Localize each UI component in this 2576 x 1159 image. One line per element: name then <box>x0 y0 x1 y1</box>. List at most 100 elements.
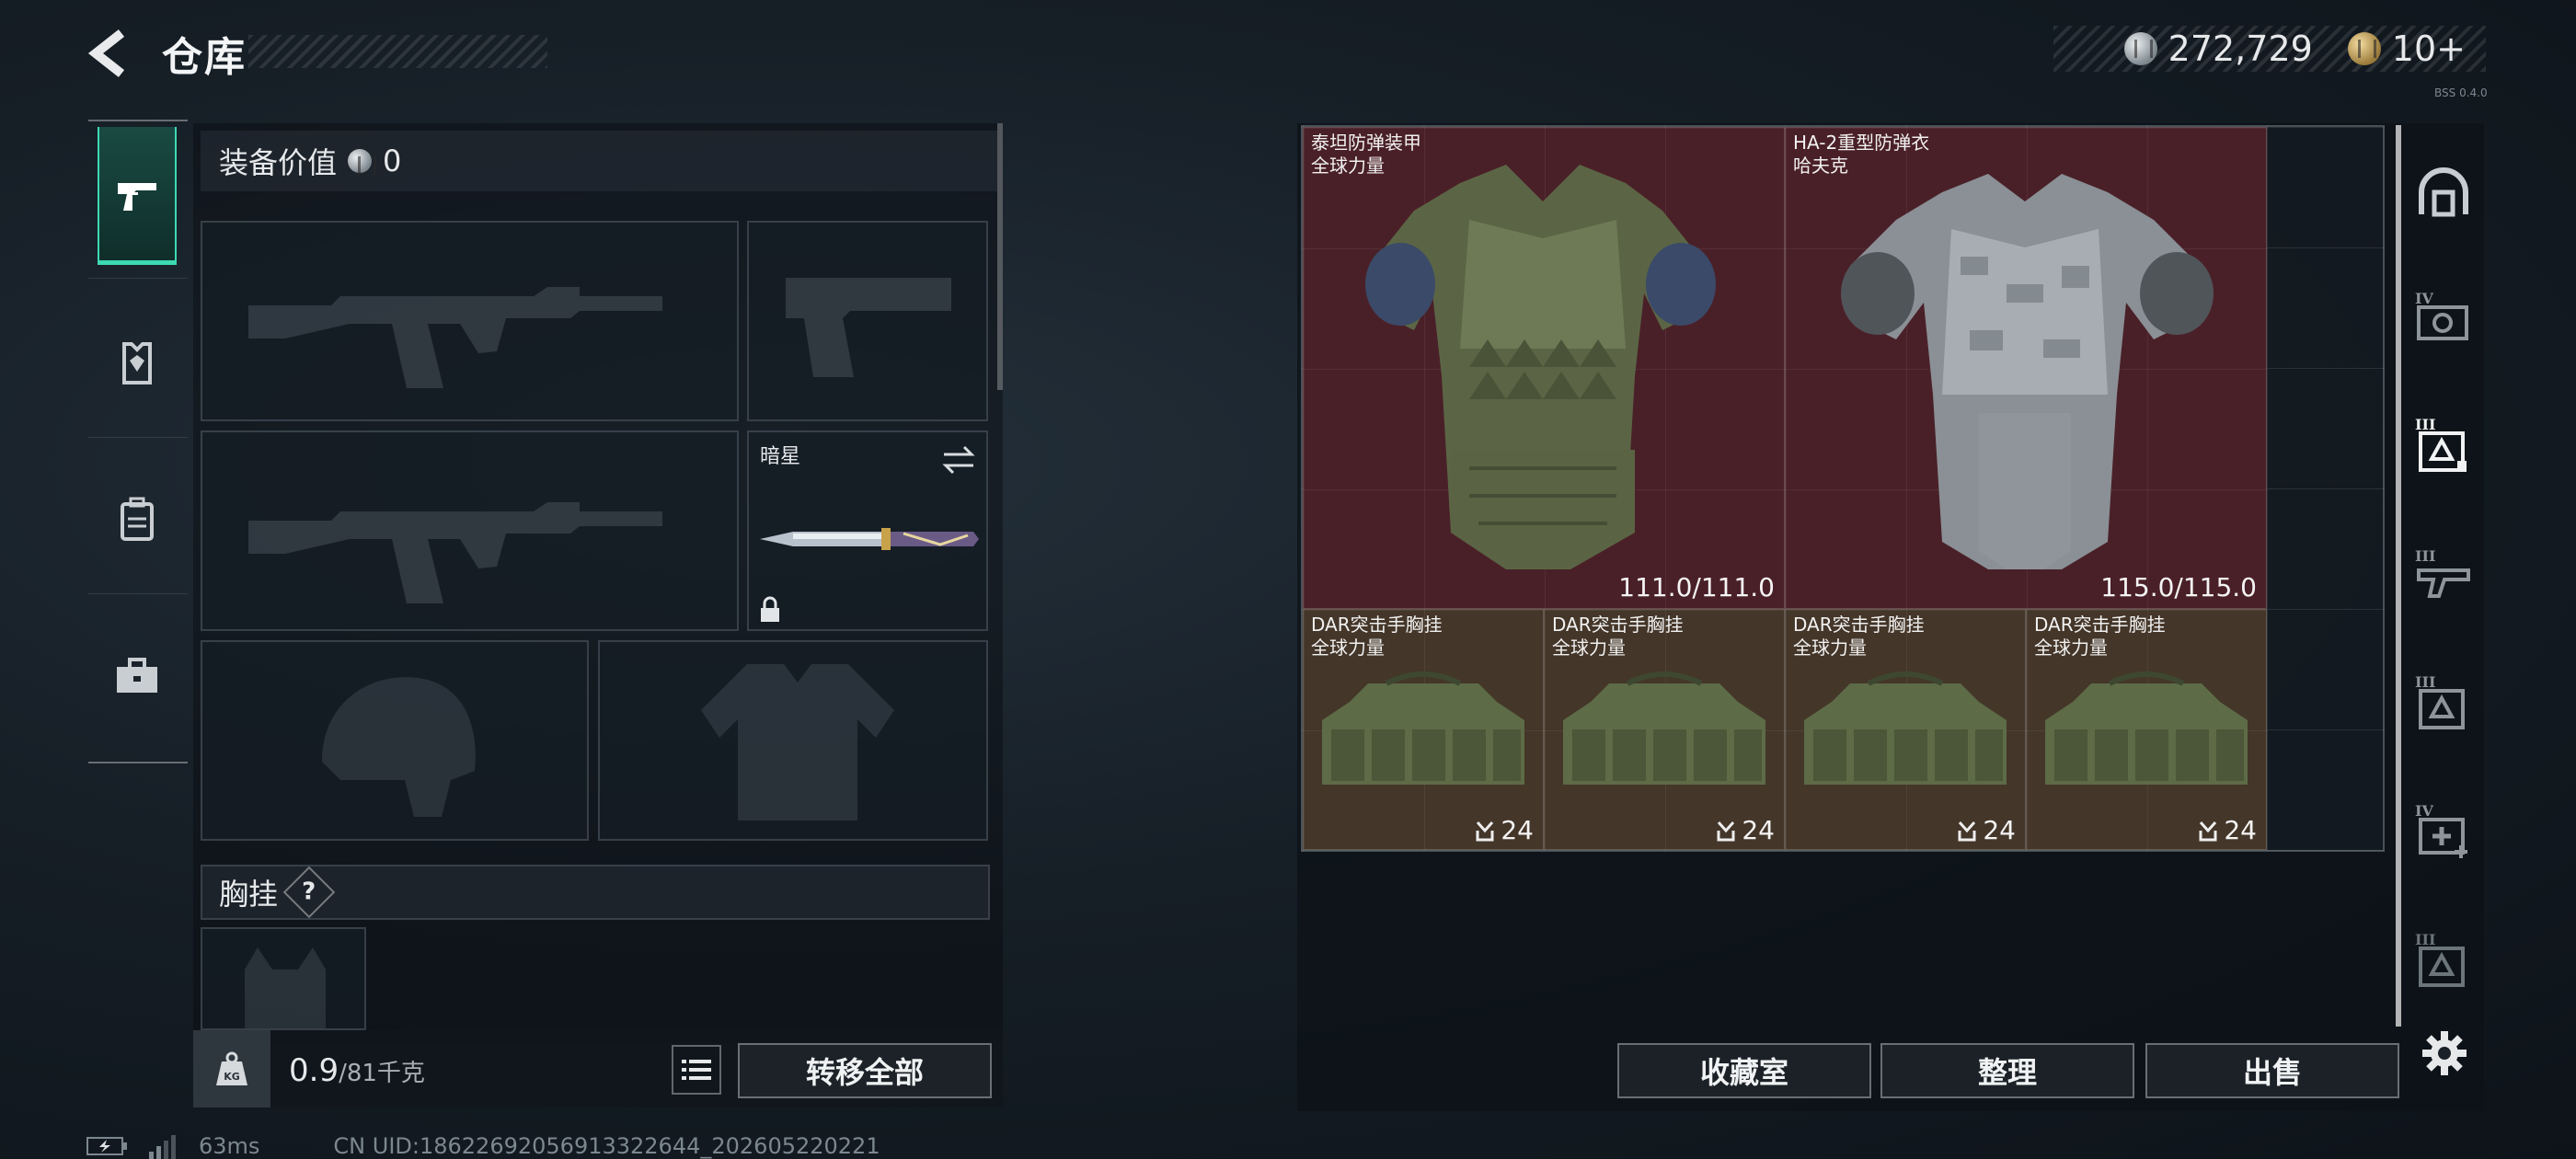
ha2-armor-image <box>1841 174 2214 569</box>
premium-coin-icon <box>2347 32 2381 65</box>
svg-text:IV: IV <box>2415 290 2433 307</box>
dar-rig-image <box>2045 671 2248 785</box>
tier3-armor-icon: III <box>2415 416 2467 472</box>
transfer-all-button[interactable]: 转移全部 <box>738 1043 992 1098</box>
filter-tier3-armor-2-button[interactable]: III <box>2401 648 2486 757</box>
equip-value: 0 <box>383 143 402 178</box>
back-arrow-icon <box>87 29 125 77</box>
sell-button[interactable]: 出售 <box>2145 1043 2399 1098</box>
tier3-misc-icon: III <box>2415 931 2465 987</box>
uid-text: CN UID:18622692056913322644_202605220221 <box>333 1133 880 1159</box>
filter-tier3-misc-button[interactable]: III <box>2401 906 2486 1015</box>
svg-text:III: III <box>2415 416 2435 433</box>
rail-divider <box>88 593 188 594</box>
signal-icon <box>149 1135 176 1159</box>
handgun-silhouette-icon <box>786 278 951 377</box>
battery-icon <box>86 1137 127 1155</box>
ping-value: 63ms <box>199 1133 260 1159</box>
melee-slot-label: 暗星 <box>760 445 801 468</box>
toolbox-icon <box>117 658 157 693</box>
helmet-silhouette-icon <box>322 677 476 817</box>
svg-text:III: III <box>2415 931 2435 948</box>
secondary-weapon-slot[interactable] <box>747 221 988 421</box>
storage-item-armor[interactable]: HA-2重型防弹衣 哈夫克 115.0/115.0 <box>1785 127 2267 609</box>
storage-item-chest-rig[interactable]: DAR突击手胸挂 全球力量 24 <box>1544 609 1785 850</box>
melee-slot[interactable]: 暗星 <box>747 430 988 631</box>
gear-icon <box>2422 1031 2467 1075</box>
filter-tier3-armor-button[interactable]: III <box>2401 391 2486 499</box>
titan-armor-image <box>1365 165 1716 569</box>
helmet-slot[interactable] <box>201 640 589 841</box>
chest-rig-section-header: 胸挂 ? <box>201 865 990 920</box>
dar-rig-image <box>1804 671 2007 785</box>
armor-plate-icon <box>122 342 152 384</box>
storage-item-chest-rig[interactable]: DAR突击手胸挂 全球力量 24 <box>2026 609 2267 850</box>
tier3-weapon-icon: III <box>2415 547 2470 598</box>
currency-display: 272,729 10+ <box>2053 26 2486 72</box>
storage-item-chest-rig[interactable]: DAR突击手胸挂 全球力量 24 <box>1785 609 2026 850</box>
item-capacity: 24 <box>1475 815 1534 845</box>
collection-room-button[interactable]: 收藏室 <box>1617 1043 1871 1098</box>
storage-item-chest-rig[interactable]: DAR突击手胸挂 全球力量 24 <box>1303 609 1544 850</box>
weight-max: /81千克 <box>339 1060 425 1087</box>
help-icon[interactable]: ? <box>282 866 336 919</box>
settings-button[interactable] <box>2412 1021 2477 1085</box>
item-name: DAR突击手胸挂 全球力量 <box>1793 614 1925 659</box>
item-name: DAR突击手胸挂 全球力量 <box>1552 614 1684 659</box>
item-durability: 111.0/111.0 <box>1618 572 1775 602</box>
item-name: DAR突击手胸挂 全球力量 <box>2034 614 2166 659</box>
weight-current: 0.9 <box>289 1052 339 1089</box>
capacity-icon <box>2199 820 2217 841</box>
rail-top-line <box>88 120 188 121</box>
filter-tier4-camera-button[interactable]: IV <box>2401 262 2486 371</box>
organize-button[interactable]: 整理 <box>1880 1043 2134 1098</box>
armor-silhouette-icon <box>701 664 894 820</box>
capacity-icon <box>1476 820 1494 841</box>
capacity-icon <box>1958 820 1976 841</box>
rail-tab-toolkit[interactable] <box>98 607 177 745</box>
chest-rig-label: 胸挂 <box>219 877 279 912</box>
value-coin-icon <box>348 149 377 175</box>
primary-weapon-slot[interactable] <box>201 221 739 421</box>
filter-tier3-weapon-button[interactable]: III <box>2401 520 2486 628</box>
status-bar: 63ms CN UID:18622692056913322644_2026052… <box>86 1133 880 1159</box>
equipment-value-bar: 装备价值 0 <box>201 131 997 191</box>
rail-tab-armor[interactable] <box>98 294 177 432</box>
rail-tab-backpack[interactable] <box>98 451 177 589</box>
item-capacity: 24 <box>1716 815 1775 845</box>
swap-icon[interactable] <box>940 443 977 476</box>
weight-display: 0.9/81千克 <box>289 1052 425 1089</box>
tier3-armor-icon-2: III <box>2415 673 2465 729</box>
filter-all-button[interactable] <box>2401 138 2486 247</box>
chest-rig-slot[interactable] <box>201 927 366 1030</box>
body-armor-slot[interactable] <box>598 640 988 841</box>
tier4-camera-icon: IV <box>2415 290 2468 340</box>
item-capacity: 24 <box>1957 815 2016 845</box>
filter-tier4-medkit-button[interactable]: IV <box>2401 777 2486 886</box>
rifle-silhouette-icon <box>248 287 662 388</box>
capacity-icon <box>1717 820 1735 841</box>
tier4-medkit-icon: IV <box>2415 802 2467 858</box>
knife-icon <box>760 528 979 550</box>
title-decoration <box>248 35 547 68</box>
rail-divider <box>88 437 188 438</box>
dar-rig-image <box>1322 671 1524 785</box>
storage-item-armor[interactable]: 泰坦防弹装甲 全球力量 111.0/111.0 <box>1303 127 1785 609</box>
currency-secondary-value[interactable]: 10+ <box>2392 29 2466 69</box>
backpack-icon <box>121 497 154 541</box>
page-title: 仓库 <box>162 34 247 81</box>
item-durability: 115.0/115.0 <box>2100 572 2257 602</box>
currency-main-value: 272,729 <box>2168 29 2313 69</box>
hafu-coin-icon <box>2123 32 2157 65</box>
lock-icon <box>761 596 779 622</box>
svg-text:IV: IV <box>2415 802 2433 820</box>
svg-text:KG: KG <box>224 1071 240 1083</box>
item-name: DAR突击手胸挂 全球力量 <box>1311 614 1443 659</box>
list-view-button[interactable] <box>672 1045 721 1095</box>
secondary-rifle-slot[interactable] <box>201 430 739 631</box>
loadout-scrollbar[interactable] <box>997 123 1003 390</box>
rail-tab-weapons[interactable] <box>98 127 177 265</box>
rifle-silhouette-icon <box>248 502 662 603</box>
weight-icon-box: KG <box>193 1030 270 1107</box>
back-button[interactable] <box>85 28 136 79</box>
